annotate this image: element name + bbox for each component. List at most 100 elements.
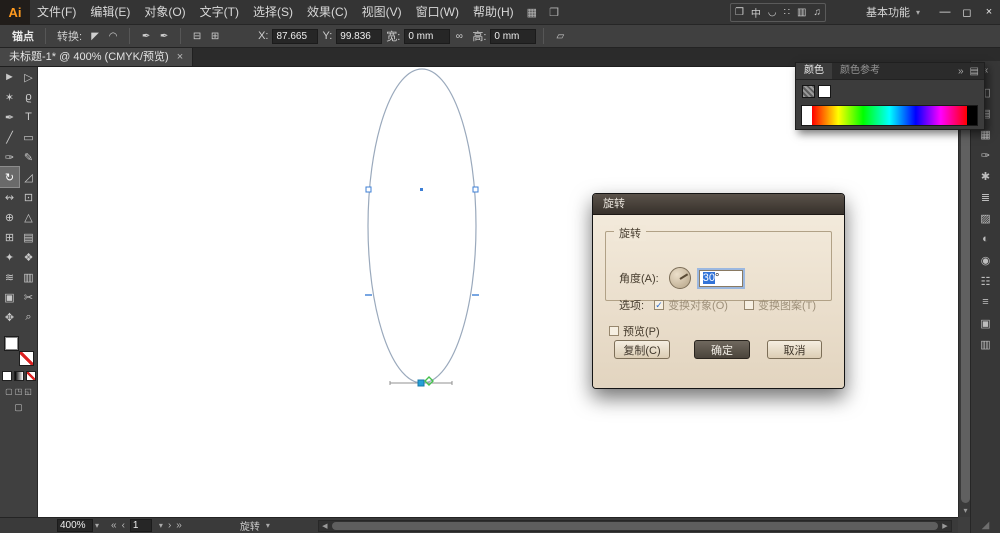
vertical-scroll-thumb[interactable] [961, 81, 970, 503]
free-transform-tool[interactable]: ⊡ [19, 187, 38, 207]
maximize-button[interactable]: ◻ [956, 0, 978, 25]
link-dimensions-icon[interactable]: ∞ [450, 28, 468, 44]
search-help-icon[interactable]: ♫ [813, 7, 821, 18]
horizontal-scroll-thumb[interactable] [331, 521, 938, 530]
panel-menu-icon[interactable]: ▤ [970, 66, 979, 77]
workspace-switcher[interactable]: 基本功能 ▾ [866, 4, 920, 20]
pencil-tool[interactable]: ✎ [19, 147, 38, 167]
next-artboard-icon[interactable]: › [168, 520, 171, 531]
shape-builder-tool[interactable]: ⊕ [0, 207, 19, 227]
draw-inside-icon[interactable]: ◱ [24, 387, 32, 396]
y-input[interactable] [336, 28, 383, 44]
color-spectrum-bar[interactable] [801, 105, 978, 126]
copy-button[interactable]: 复制(C) [614, 340, 670, 359]
zoom-dropdown-icon[interactable]: ▾ [95, 521, 99, 530]
magic-wand-tool[interactable]: ✶ [0, 87, 19, 107]
paintbrush-tool[interactable]: ✑ [0, 147, 19, 167]
menu-object[interactable]: 对象(O) [137, 0, 192, 25]
rainbow-spectrum[interactable] [812, 106, 967, 125]
close-icon[interactable]: × [177, 48, 183, 66]
cpu-preview-icon[interactable]: 中 [751, 5, 761, 20]
transparency-panel-icon[interactable]: ◐ [975, 229, 997, 249]
gradient-panel-icon[interactable]: ▨ [975, 208, 997, 228]
none-mode-button[interactable] [25, 371, 36, 381]
rectangle-tool[interactable]: ▭ [19, 127, 38, 147]
pattern-fill-swatch[interactable] [802, 85, 815, 98]
slice-tool[interactable]: ✂ [19, 287, 38, 307]
scale-tool[interactable]: ◿ [19, 167, 38, 187]
show-handles-icon[interactable]: ✒ [137, 28, 155, 44]
black-swatch[interactable] [967, 106, 977, 125]
menu-file[interactable]: 文件(F) [30, 0, 83, 25]
blend-tool[interactable]: ❖ [19, 247, 38, 267]
artboard-dropdown-icon[interactable]: ▾ [159, 521, 163, 530]
artboards-panel-icon[interactable]: ▣ [975, 313, 997, 333]
remove-anchor-icon[interactable]: ⊟ [188, 28, 206, 44]
hand-tool[interactable]: ✥ [0, 307, 19, 327]
rotate-origin-point[interactable] [417, 379, 425, 387]
mesh-tool[interactable]: ⊞ [0, 227, 19, 247]
menu-view[interactable]: 视图(V) [355, 0, 409, 25]
convert-to-smooth-icon[interactable]: ◠ [104, 28, 122, 44]
zoom-level-input[interactable] [57, 519, 93, 532]
resize-grip[interactable]: ◢ [982, 520, 990, 533]
object-center-point[interactable] [420, 188, 423, 191]
menu-window[interactable]: 窗口(W) [409, 0, 466, 25]
fill-swatch[interactable] [3, 336, 19, 351]
anchor-point-right[interactable] [472, 186, 479, 193]
rotate-tool[interactable]: ↻ [0, 166, 20, 188]
minimize-button[interactable]: — [934, 0, 956, 25]
align-panel-icon[interactable]: ▥ [975, 334, 997, 354]
menu-help[interactable]: 帮助(H) [466, 0, 521, 25]
perspective-grid-tool[interactable]: △ [19, 207, 38, 227]
rotate-view-icon[interactable]: ◡ [768, 7, 777, 18]
cancel-button[interactable]: 取消 [767, 340, 822, 359]
direct-selection-tool[interactable]: ▷ [19, 67, 38, 87]
document-layout-icon[interactable]: ▥ [797, 7, 806, 18]
angle-input[interactable]: 30° [698, 269, 743, 287]
layers-panel-icon[interactable]: ≡ [975, 292, 997, 312]
gradient-tool[interactable]: ▤ [19, 227, 38, 247]
x-input[interactable] [272, 28, 319, 44]
symbol-sprayer-tool[interactable]: ≋ [0, 267, 19, 287]
menu-select[interactable]: 选择(S) [246, 0, 300, 25]
ok-button[interactable]: 确定 [694, 340, 750, 359]
preview-checkbox[interactable] [609, 326, 619, 336]
last-artboard-icon[interactable]: » [176, 520, 182, 531]
appearance-panel-icon[interactable]: ◉ [975, 250, 997, 270]
artboard-tool[interactable]: ▣ [0, 287, 19, 307]
view-mode-icon[interactable]: ❐ [735, 7, 744, 18]
pen-tool[interactable]: ✒ [0, 107, 19, 127]
eyedropper-tool[interactable]: ✦ [0, 247, 19, 267]
column-graph-tool[interactable]: ▥ [19, 267, 38, 287]
transform-object-checkbox[interactable]: ✓ [654, 300, 665, 310]
transform-pattern-checkbox[interactable] [743, 300, 754, 310]
close-button[interactable]: × [978, 0, 1000, 25]
height-input[interactable] [490, 28, 537, 44]
zoom-tool[interactable]: ⌕ [19, 307, 38, 327]
transform-panel-icon[interactable]: ▱ [551, 28, 569, 44]
menu-edit[interactable]: 编辑(E) [83, 0, 137, 25]
dialog-title[interactable]: 旋转 [593, 194, 844, 215]
brushes-panel-icon[interactable]: ✑ [975, 145, 997, 165]
status-tool-indicator[interactable]: 旋转 ▾ [240, 518, 270, 533]
type-tool[interactable]: T [19, 107, 38, 127]
horizontal-scrollbar[interactable]: ◀ ▶ [317, 519, 952, 532]
ellipse-path[interactable] [367, 68, 477, 384]
artboard-number-input[interactable] [129, 519, 152, 532]
scroll-left-icon[interactable]: ◀ [319, 522, 331, 530]
screen-mode-button[interactable]: ▢ [0, 402, 37, 413]
hide-handles-icon[interactable]: ✒ [155, 28, 173, 44]
draw-normal-icon[interactable]: ▢ [5, 387, 13, 396]
color-mode-button[interactable] [1, 371, 12, 381]
convert-to-corner-icon[interactable]: ◤ [86, 28, 104, 44]
menu-effect[interactable]: 效果(C) [300, 0, 355, 25]
stroke-panel-icon[interactable]: ≣ [975, 187, 997, 207]
grid-icon[interactable]: ∷ [784, 7, 790, 18]
add-anchor-icon[interactable]: ⊞ [206, 28, 224, 44]
panel-expand-icon[interactable]: » [958, 66, 964, 77]
previous-artboard-icon[interactable]: ‹ [122, 520, 125, 531]
line-segment-tool[interactable]: ╱ [0, 127, 19, 147]
tab-color-guide[interactable]: 颜色参考 [832, 63, 888, 79]
width-tool[interactable]: ↭ [0, 187, 19, 207]
